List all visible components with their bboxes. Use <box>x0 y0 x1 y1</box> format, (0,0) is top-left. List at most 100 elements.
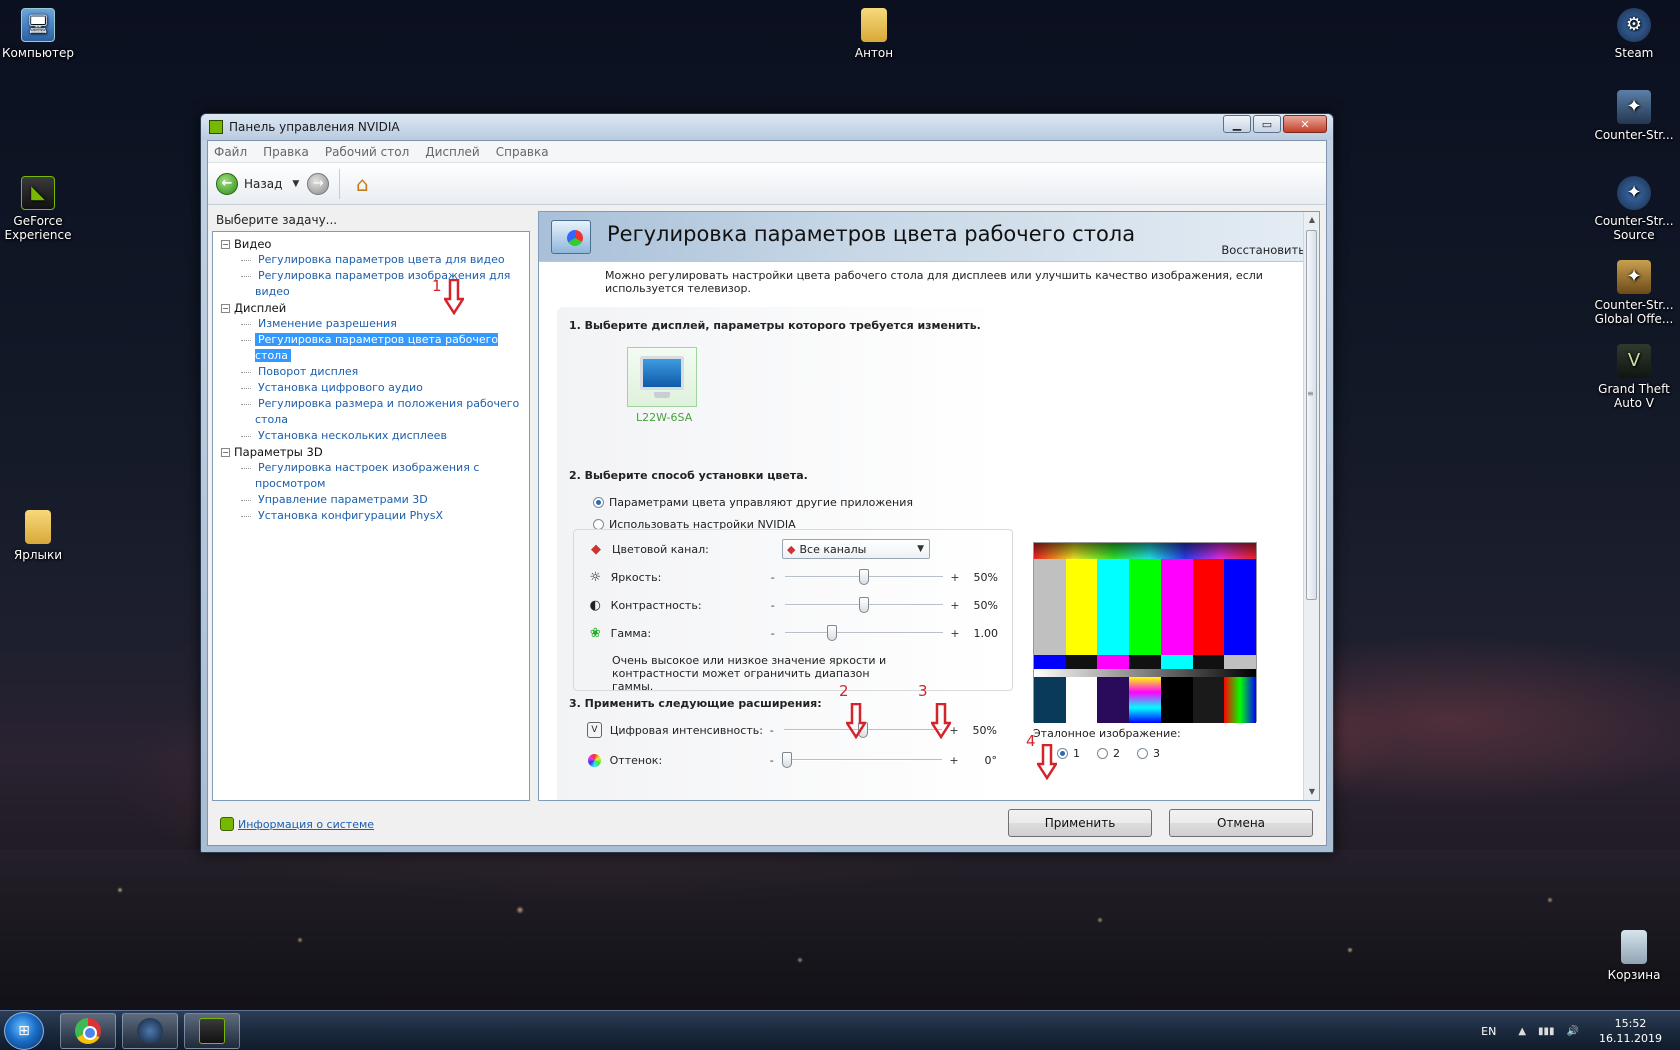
menu-display[interactable]: Дисплей <box>425 145 479 159</box>
tree-item-digital-audio[interactable]: Установка цифрового аудио <box>213 380 529 396</box>
info-icon <box>220 817 234 831</box>
reference-radio-2[interactable] <box>1097 748 1108 759</box>
chevron-down-icon[interactable]: ▼ <box>292 179 299 189</box>
reference-option-2[interactable]: 2 <box>1097 747 1120 760</box>
reference-option-1[interactable]: 1 <box>1057 747 1080 760</box>
desktop-icon-counter-strike[interactable]: ✦ Counter-Str... <box>1594 90 1674 142</box>
task-tree: − Видео Регулировка параметров цвета для… <box>212 231 530 801</box>
desktop-icon-anton[interactable]: Антон <box>834 8 914 60</box>
desktop-icon-counter-strike-source[interactable]: ✦ Counter-Str... Source <box>1594 176 1674 242</box>
steam-icon <box>137 1018 163 1044</box>
chevron-down-icon: ▼ <box>917 544 924 554</box>
display-selector-l22w[interactable] <box>627 347 697 407</box>
taskbar-steam[interactable] <box>122 1013 178 1049</box>
tree-item-change-resolution[interactable]: Изменение разрешения <box>213 316 529 332</box>
contrast-row: ◐ Контрастность: - + 50% <box>589 597 998 613</box>
minimize-button[interactable]: ▁ <box>1223 115 1251 133</box>
restore-link[interactable]: Восстановить <box>1221 243 1305 257</box>
brightness-value: 50% <box>973 570 998 584</box>
tree-item-desktop-size[interactable]: Регулировка размера и положения рабочего… <box>213 396 529 428</box>
hue-slider[interactable] <box>782 752 942 768</box>
tree-category-label: Параметры 3D <box>234 445 323 459</box>
taskbar-nvidia[interactable] <box>184 1013 240 1049</box>
collapse-icon[interactable]: − <box>221 239 230 249</box>
desktop-icon-computer[interactable]: 🖥 Компьютер <box>0 8 78 60</box>
desktop-icon-recycle-bin[interactable]: Корзина <box>1594 930 1674 982</box>
slider-thumb[interactable] <box>782 752 793 768</box>
system-info-link[interactable]: Информация о системе <box>220 817 374 831</box>
desktop-icon-csgo[interactable]: ✦ Counter-Str... Global Offe... <box>1594 260 1674 326</box>
gamma-row: ❀ Гамма: - + 1.00 <box>589 625 998 641</box>
taskbar-chrome[interactable] <box>60 1013 116 1049</box>
forward-arrow-icon[interactable]: → <box>307 172 330 195</box>
annotation-arrow-3 <box>929 702 953 740</box>
network-icon[interactable]: ▮▮▮ <box>1538 1026 1555 1037</box>
gamma-icon: ❀ <box>589 625 601 641</box>
desktop-icon-gta[interactable]: V Grand Theft Auto V <box>1594 344 1674 410</box>
close-button[interactable]: ✕ <box>1283 115 1327 133</box>
system-tray: EN ▲ ▮▮▮ 🔊 15:52 16.11.2019 <box>1481 1011 1670 1050</box>
desktop-icon-label: Counter-Str... Global Offe... <box>1594 298 1674 326</box>
desktop-icon-geforce-experience[interactable]: ◣ GeForce Experience <box>0 176 78 242</box>
language-indicator[interactable]: EN <box>1481 1025 1496 1038</box>
content-scrollbar[interactable]: ▲ ≡ ▼ <box>1303 212 1319 800</box>
tree-category-label: Видео <box>234 237 272 251</box>
maximize-button[interactable]: ▭ <box>1253 115 1281 133</box>
color-channel-select[interactable]: ◆ Все каналы ▼ <box>782 539 930 559</box>
slider-thumb[interactable] <box>827 625 838 641</box>
reference-radio-3[interactable] <box>1137 748 1148 759</box>
wallpaper-city <box>0 850 1680 1010</box>
scroll-up-icon[interactable]: ▲ <box>1304 212 1319 228</box>
menu-edit[interactable]: Правка <box>263 145 309 159</box>
start-button[interactable]: ⊞ <box>4 1012 44 1050</box>
menu-help[interactable]: Справка <box>496 145 549 159</box>
volume-icon[interactable]: 🔊 <box>1567 1026 1579 1037</box>
contrast-slider[interactable] <box>785 597 943 613</box>
tree-item-image-preview[interactable]: Регулировка настроек изображения с просм… <box>213 460 529 492</box>
scroll-down-icon[interactable]: ▼ <box>1304 784 1319 800</box>
clock[interactable]: 15:52 16.11.2019 <box>1599 1016 1662 1046</box>
reference-image-label: Эталонное изображение: <box>1033 727 1181 740</box>
desktop-icon-shortcuts[interactable]: Ярлыки <box>0 510 78 562</box>
scroll-thumb[interactable] <box>1306 230 1317 600</box>
window-titlebar[interactable]: Панель управления NVIDIA ▁ ▭ ✕ <box>201 114 1333 140</box>
reference-option-3[interactable]: 3 <box>1137 747 1160 760</box>
tree-category-3d[interactable]: − Параметры 3D <box>213 444 529 460</box>
slider-thumb[interactable] <box>858 569 869 585</box>
collapse-icon[interactable]: − <box>221 303 230 313</box>
menu-desktop[interactable]: Рабочий стол <box>325 145 409 159</box>
page-description: Можно регулировать настройки цвета рабоч… <box>605 269 1263 295</box>
brightness-slider[interactable] <box>785 569 943 585</box>
annotation-number-1: 1 <box>432 277 442 295</box>
tree-item-video-image[interactable]: Регулировка параметров изображения для в… <box>213 268 529 300</box>
back-arrow-icon[interactable]: ← <box>216 172 238 195</box>
cancel-button[interactable]: Отмена <box>1169 809 1313 837</box>
gta-icon: V <box>1617 344 1651 378</box>
slider-thumb[interactable] <box>858 597 869 613</box>
page-title: Регулировка параметров цвета рабочего ст… <box>607 222 1136 246</box>
chevron-up-icon[interactable]: ▲ <box>1518 1026 1526 1037</box>
desktop-icon-label: Grand Theft Auto V <box>1598 382 1670 410</box>
brightness-row: ☼ Яркость: - + 50% <box>589 569 998 585</box>
home-icon[interactable]: ⌂ <box>350 172 374 196</box>
gamma-slider[interactable] <box>785 625 943 641</box>
desktop-icon-label: GeForce Experience <box>4 214 72 242</box>
tree-item-physx[interactable]: Установка конфигурации PhysX <box>213 508 529 524</box>
radio-other-apps-indicator[interactable] <box>593 497 604 508</box>
tree-item-desktop-color[interactable]: Регулировка параметров цвета рабочего ст… <box>213 332 529 364</box>
tree-item-manage-3d[interactable]: Управление параметрами 3D <box>213 492 529 508</box>
collapse-icon[interactable]: − <box>221 447 230 457</box>
desktop-icon-label: Ярлыки <box>13 548 63 562</box>
tree-item-multiple-displays[interactable]: Установка нескольких дисплеев <box>213 428 529 444</box>
contrast-value: 50% <box>973 598 998 612</box>
tree-item-rotate-display[interactable]: Поворот дисплея <box>213 364 529 380</box>
menu-file[interactable]: Файл <box>214 145 247 159</box>
reference-radio-1[interactable] <box>1057 748 1068 759</box>
desktop-icon-steam[interactable]: ⚙ Steam <box>1594 8 1674 60</box>
radio-other-apps[interactable]: Параметрами цвета управляют другие прило… <box>593 496 913 509</box>
apply-button[interactable]: Применить <box>1008 809 1152 837</box>
tree-item-video-color[interactable]: Регулировка параметров цвета для видео <box>213 252 529 268</box>
back-button-label[interactable]: Назад <box>244 177 282 191</box>
tree-category-video[interactable]: − Видео <box>213 236 529 252</box>
tree-category-display[interactable]: − Дисплей <box>213 300 529 316</box>
